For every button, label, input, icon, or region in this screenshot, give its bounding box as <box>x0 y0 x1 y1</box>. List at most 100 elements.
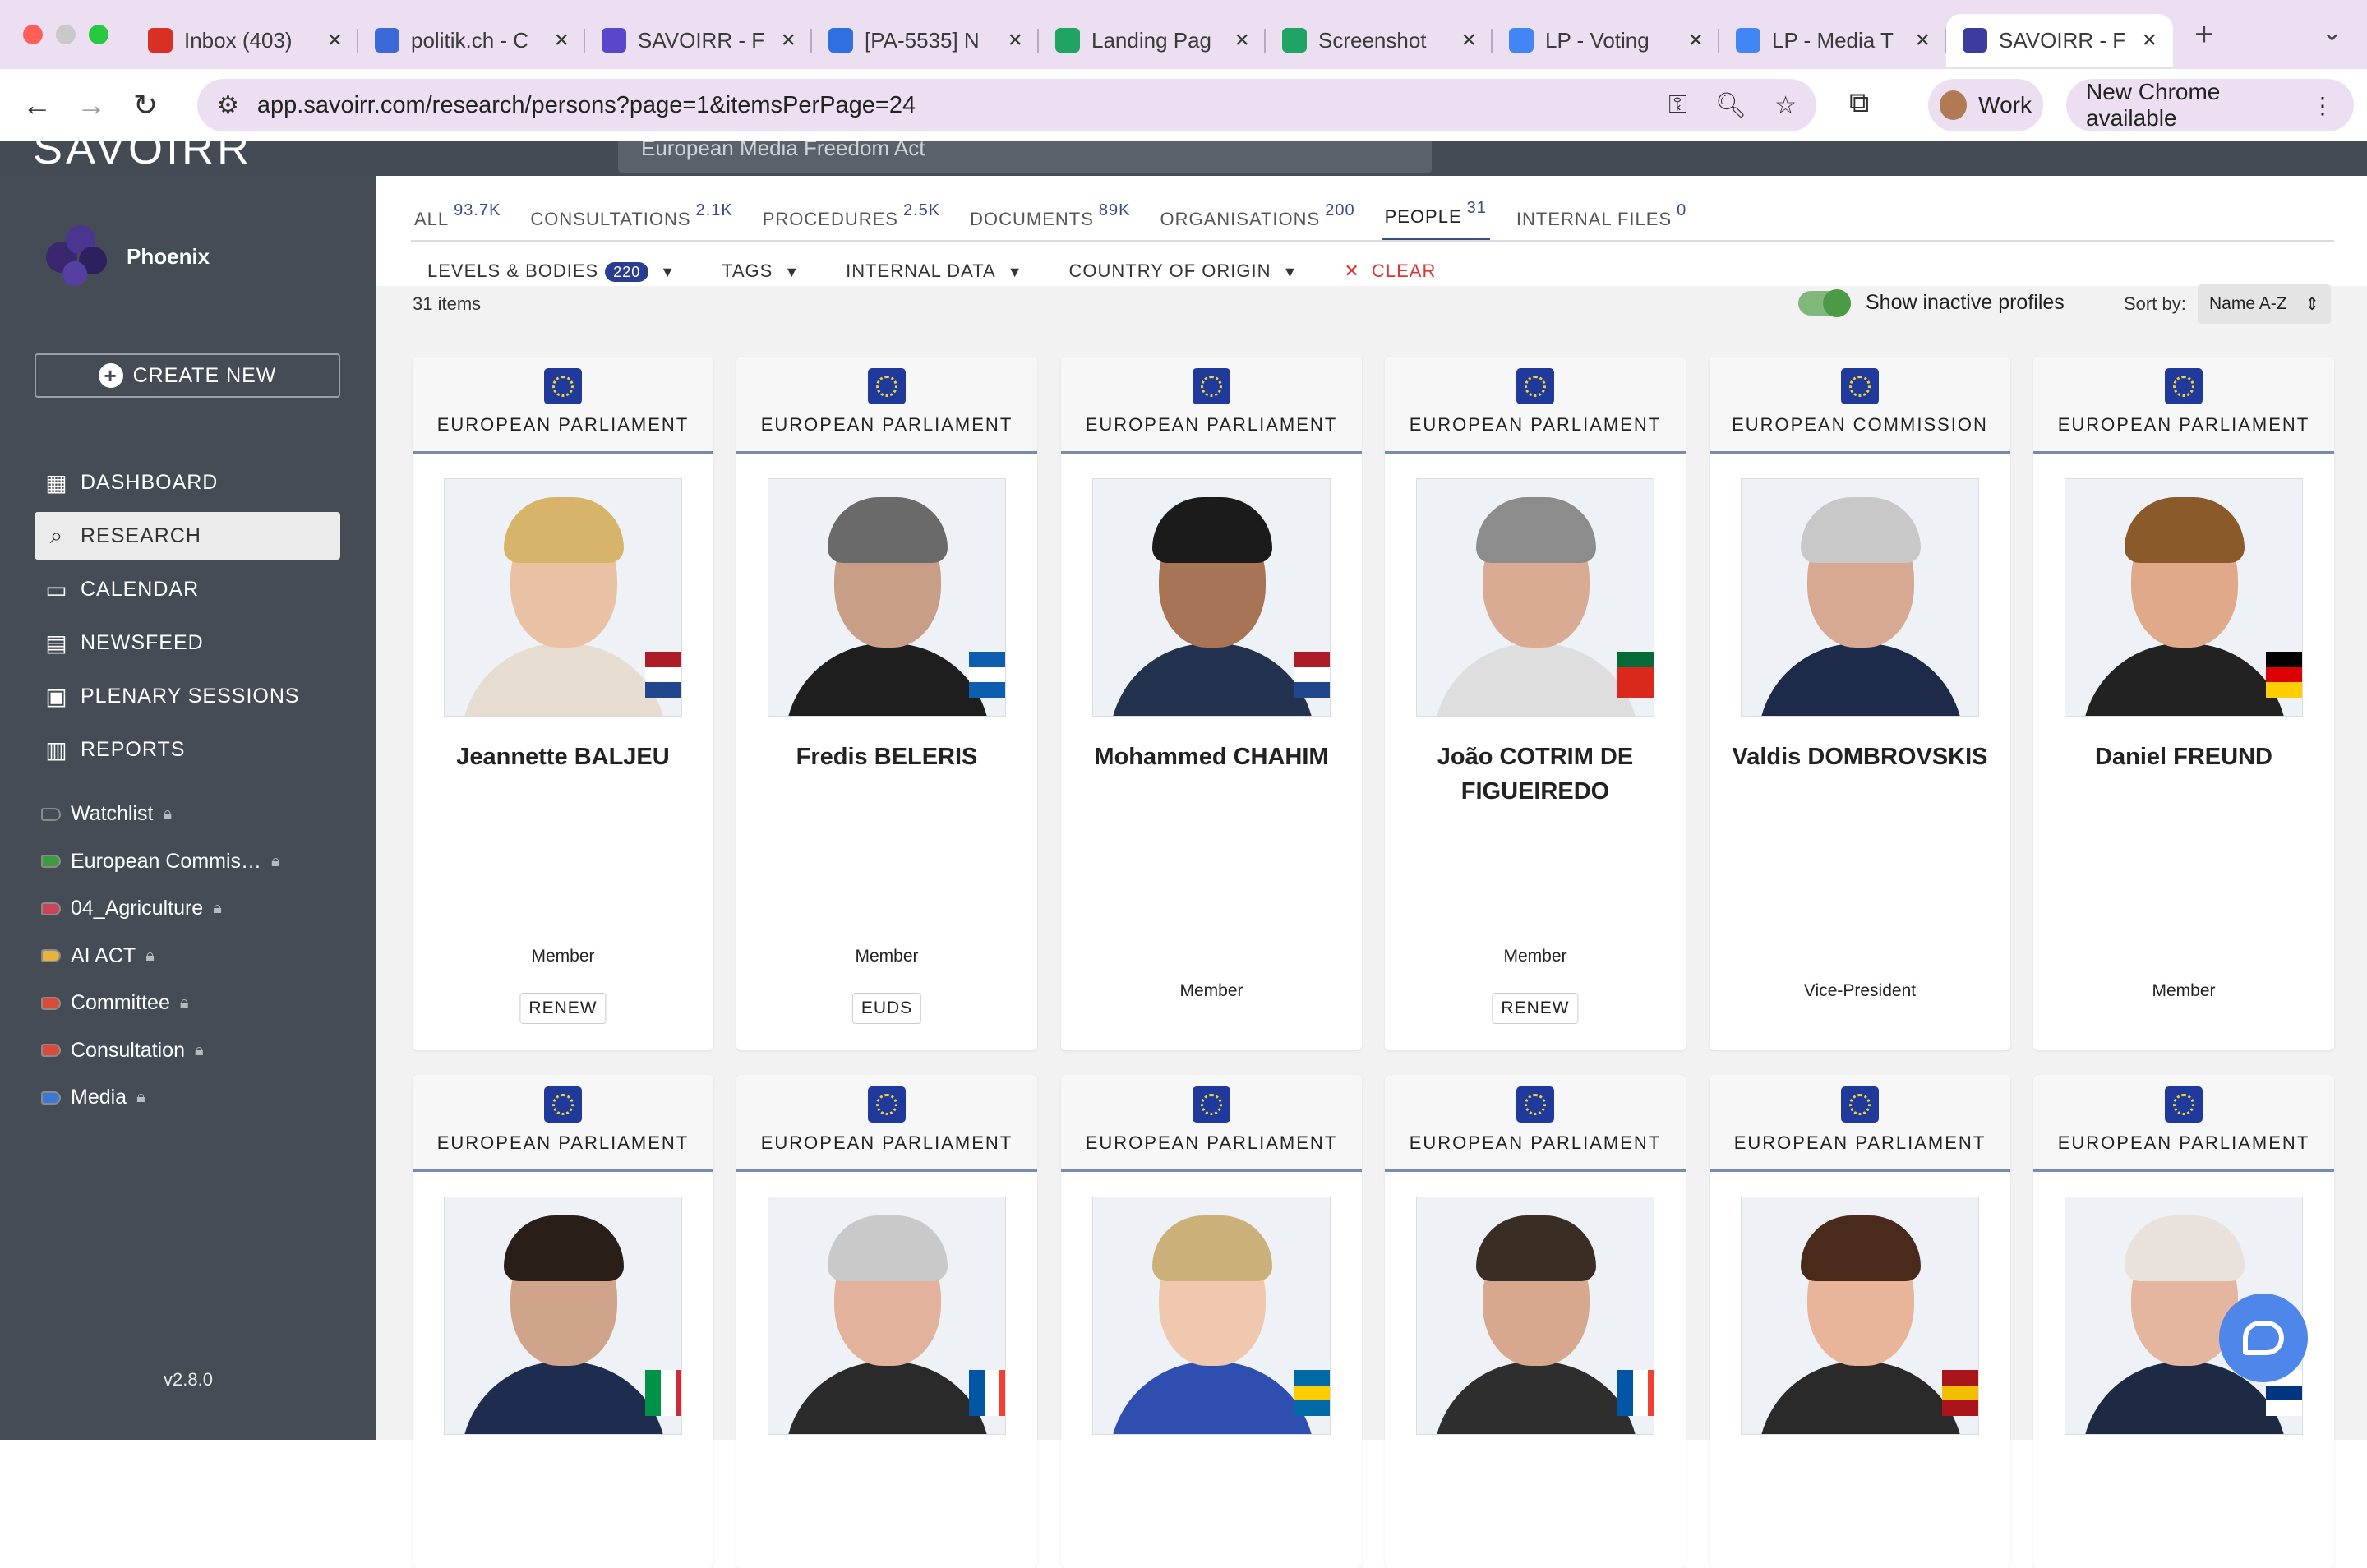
filter-tags[interactable]: TAGS ▼ <box>722 261 800 282</box>
filter-internal-data[interactable]: INTERNAL DATA ▼ <box>846 261 1022 282</box>
global-search-input[interactable]: European Media Freedom Act <box>618 141 1432 173</box>
close-tab-icon[interactable]: × <box>327 26 342 54</box>
institution-header: EUROPEAN PARLIAMENT <box>413 357 713 454</box>
workspace-switcher[interactable]: Phoenix <box>46 225 210 288</box>
sidebar-item-research[interactable]: ⌕ RESEARCH <box>35 512 340 560</box>
eu-flag-icon <box>1193 368 1230 404</box>
reload-button[interactable]: ↻ <box>118 88 173 122</box>
sidebar-list-item[interactable]: AI ACT 🔒︎ <box>41 944 155 968</box>
minimize-window-button[interactable] <box>56 25 76 44</box>
person-card[interactable]: EUROPEAN PARLIAMENT Fredis BELERIS Member E… <box>736 357 1037 1050</box>
clear-filters-button[interactable]: ✕ CLEAR <box>1344 261 1436 282</box>
person-name[interactable]: Mohammed CHAHIM <box>1069 740 1354 774</box>
person-card[interactable]: EUROPEAN PARLIAMENT Jeannette BALJEU Membe… <box>413 357 713 1050</box>
show-inactive-toggle[interactable] <box>1798 289 1851 317</box>
filter-levels-bodies[interactable]: LEVELS & BODIES 220 ▼ <box>427 261 676 282</box>
close-tab-icon[interactable]: × <box>1008 26 1022 54</box>
institution-name: EUROPEAN PARLIAMENT <box>2057 414 2310 435</box>
browser-tab-title: [PA-5535] N <box>865 27 980 53</box>
institution-header: EUROPEAN PARLIAMENT <box>1061 357 1362 454</box>
back-button[interactable]: ← <box>10 88 64 122</box>
sidebar-list-item[interactable]: 04_Agriculture 🔒︎ <box>41 897 222 920</box>
tab-consultations[interactable]: CONSULTATIONS 2.1K <box>527 201 736 240</box>
bookmark-star-icon[interactable]: ☆ <box>1774 91 1797 120</box>
tab-people[interactable]: PEOPLE 31 <box>1381 199 1490 240</box>
tag-icon <box>41 807 61 821</box>
close-tab-icon[interactable]: × <box>781 26 796 54</box>
browser-tab[interactable]: Screenshot × <box>1266 14 1493 67</box>
person-card[interactable]: EUROPEAN PARLIAMENT <box>1061 1075 1362 1568</box>
new-tab-button[interactable]: + <box>2194 16 2213 53</box>
sidebar-list-item[interactable]: European Commis… 🔒︎ <box>41 850 280 874</box>
list-label: Committee <box>71 991 170 1014</box>
browser-tab[interactable]: Inbox (403) × <box>132 14 358 67</box>
person-card[interactable]: EUROPEAN PARLIAMENT <box>1710 1075 2010 1568</box>
profile-button[interactable]: Work <box>1928 79 2043 131</box>
close-tab-icon[interactable]: × <box>1234 26 1249 54</box>
address-bar[interactable]: ⚙ app.savoirr.com/research/persons?page=… <box>197 79 1816 131</box>
lock-icon: 🔒︎ <box>163 805 173 823</box>
person-card[interactable]: EUROPEAN PARLIAMENT <box>736 1075 1037 1568</box>
sidebar-list-item[interactable]: Consultation 🔒︎ <box>41 1039 204 1063</box>
person-name[interactable]: João COTRIM DE FIGUEIREDO <box>1393 740 1677 809</box>
sidebar-list-item[interactable]: Committee 🔒︎ <box>41 991 189 1015</box>
close-tab-icon[interactable]: × <box>554 26 569 54</box>
sidebar-item-dashboard[interactable]: ▦ DASHBOARD <box>35 459 340 506</box>
person-card[interactable]: EUROPEAN COMMISSION Valdis DOMBROVSKIS Vic… <box>1710 357 2010 1050</box>
person-card[interactable]: EUROPEAN PARLIAMENT <box>1385 1075 1686 1568</box>
create-new-button[interactable]: + CREATE NEW <box>35 353 340 398</box>
browser-tab[interactable]: [PA-5535] N × <box>812 14 1039 67</box>
person-name[interactable]: Daniel FREUND <box>2042 740 2326 774</box>
list-label: European Commis… <box>71 849 262 873</box>
tab-all[interactable]: ALL 93.7K <box>411 201 504 240</box>
key-icon[interactable]: ⚿ <box>1668 91 1687 119</box>
zoom-window-button[interactable] <box>89 25 108 44</box>
eu-flag-icon <box>1516 368 1554 404</box>
sidebar-list-item[interactable]: Media 🔒︎ <box>41 1086 145 1109</box>
caret-down-icon: ▼ <box>660 264 676 280</box>
forward-button[interactable]: → <box>64 88 118 122</box>
eu-flag-icon <box>2165 368 2203 404</box>
person-name[interactable]: Fredis BELERIS <box>745 740 1029 774</box>
close-window-button[interactable] <box>23 25 43 44</box>
browser-tab[interactable]: LP - Voting × <box>1493 14 1719 67</box>
url-text[interactable]: app.savoirr.com/research/persons?page=1&… <box>257 92 1640 119</box>
close-tab-icon[interactable]: × <box>1688 26 1703 54</box>
person-card[interactable]: EUROPEAN PARLIAMENT <box>413 1075 713 1568</box>
browser-tab[interactable]: politik.ch - C × <box>358 14 585 67</box>
tab-search-chevron-icon[interactable]: ⌄ <box>2322 18 2342 47</box>
browser-tab[interactable]: SAVOIRR - F × <box>1946 14 2173 67</box>
close-tab-icon[interactable]: × <box>1461 26 1476 54</box>
sidebar-list-item[interactable]: Watchlist 🔒︎ <box>41 802 172 826</box>
app-logo[interactable]: SAVOIRR <box>33 141 252 174</box>
sort-select[interactable]: Name A-Z ⇕ <box>2198 284 2331 324</box>
person-card[interactable]: EUROPEAN PARLIAMENT João COTRIM DE FIGUEI… <box>1385 357 1686 1050</box>
close-tab-icon[interactable]: × <box>2142 26 2157 54</box>
tab-internal-files[interactable]: INTERNAL FILES 0 <box>1513 201 1690 240</box>
browser-tab[interactable]: Landing Pag × <box>1039 14 1266 67</box>
person-card[interactable]: EUROPEAN PARLIAMENT Daniel FREUND Member <box>2033 357 2334 1050</box>
sidebar-item-newsfeed[interactable]: ▤ NEWSFEED <box>35 619 340 666</box>
sidebar-item-label: RESEARCH <box>81 523 201 547</box>
browser-tab[interactable]: LP - Media T × <box>1719 14 1946 67</box>
person-card[interactable]: EUROPEAN PARLIAMENT Mohammed CHAHIM Member <box>1061 357 1362 1050</box>
close-tab-icon[interactable]: × <box>1915 26 1930 54</box>
sidebar-item-plenary-sessions[interactable]: ▣ PLENARY SESSIONS <box>35 672 340 720</box>
list-label: Media <box>71 1086 127 1109</box>
savoirr-icon <box>602 28 626 53</box>
person-name[interactable]: Jeannette BALJEU <box>421 740 705 774</box>
sidebar-item-reports[interactable]: ▥ REPORTS <box>35 726 340 773</box>
site-info-icon[interactable]: ⚙ <box>217 91 239 120</box>
tab-organisations[interactable]: ORGANISATIONS 200 <box>1156 201 1358 240</box>
extensions-icon[interactable]: ⧉ <box>1849 87 1869 119</box>
person-name[interactable]: Valdis DOMBROVSKIS <box>1718 740 2002 774</box>
zoom-icon[interactable]: 🔍︎ <box>1715 91 1746 120</box>
help-chat-button[interactable] <box>2219 1294 2308 1382</box>
sidebar-item-calendar[interactable]: ▭ CALENDAR <box>35 565 340 613</box>
browser-tab[interactable]: SAVOIRR - F × <box>585 14 812 67</box>
tab-documents[interactable]: DOCUMENTS 89K <box>967 201 1133 240</box>
kebab-menu-icon[interactable]: ⋮ <box>2311 92 2334 119</box>
tab-procedures[interactable]: PROCEDURES 2.5K <box>759 201 944 240</box>
update-chrome-button[interactable]: New Chrome available ⋮ <box>2066 79 2354 131</box>
filter-country-of-origin[interactable]: COUNTRY OF ORIGIN ▼ <box>1069 261 1299 282</box>
